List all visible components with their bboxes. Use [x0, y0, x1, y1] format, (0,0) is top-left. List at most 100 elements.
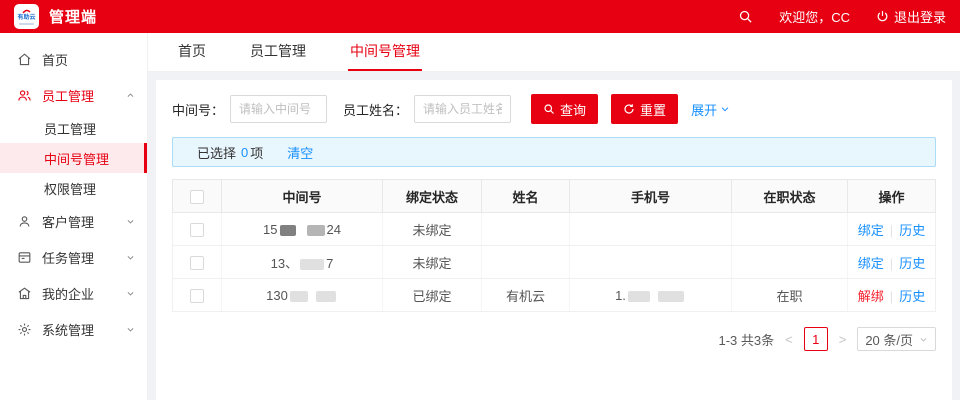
tab-bar: 首页 员工管理 中间号管理 [148, 33, 960, 72]
bind-action-link[interactable]: 绑定 [858, 223, 884, 238]
search-icon [738, 9, 753, 24]
enterprise-icon [17, 286, 32, 301]
mid-number-text: 15 [263, 222, 277, 237]
row-checkbox[interactable] [190, 256, 204, 270]
tab-home[interactable]: 首页 [176, 33, 208, 71]
phone-cell [570, 246, 732, 279]
col-header-name: 姓名 [482, 180, 570, 213]
page-size-select[interactable]: 20 条/页 [857, 327, 936, 351]
sidebar-item-label: 客户管理 [42, 212, 126, 231]
mid-number-text: 7 [326, 256, 333, 271]
team-icon [17, 88, 32, 103]
filter-bar: 中间号： 员工姓名： 查询 重置 展开 [172, 94, 936, 124]
pagination-total: 1-3 共3条 [718, 330, 774, 349]
tab-staff-manage[interactable]: 员工管理 [248, 33, 308, 71]
unbind-action-link[interactable]: 解绑 [858, 289, 884, 304]
col-header-bind-status: 绑定状态 [383, 180, 482, 213]
redacted-text [300, 259, 324, 270]
header-search-button[interactable] [738, 9, 753, 24]
select-all-checkbox[interactable] [190, 190, 204, 204]
expand-link[interactable]: 展开 [691, 100, 730, 119]
name-cell: 有机云 [482, 279, 570, 312]
chevron-down-icon [720, 104, 730, 114]
table-header-row: 中间号 绑定状态 姓名 手机号 在职状态 操作 [173, 180, 936, 213]
actions-cell: 解绑|历史 [848, 279, 936, 312]
logout-label: 退出登录 [894, 7, 946, 26]
sidebar-item-task[interactable]: 任务管理 [0, 239, 147, 275]
refresh-icon [623, 103, 635, 115]
tab-label: 员工管理 [250, 41, 306, 61]
tab-label: 首页 [178, 41, 206, 61]
selection-alert: 已选择 0 项 清空 [172, 137, 936, 167]
chevron-down-icon [126, 217, 135, 226]
clear-selection-link[interactable]: 清空 [287, 143, 313, 162]
app-logo: 有助云 [14, 4, 39, 29]
sidebar-item-label: 任务管理 [42, 248, 126, 267]
bind-status-cell: 未绑定 [383, 213, 482, 246]
sidebar-item-label: 首页 [42, 50, 135, 69]
row-checkbox[interactable] [190, 223, 204, 237]
tab-middle-number[interactable]: 中间号管理 [348, 33, 422, 71]
selected-unit: 项 [250, 143, 263, 162]
next-page-button[interactable]: > [837, 332, 849, 347]
name-cell [482, 246, 570, 279]
prev-page-button[interactable]: < [783, 332, 795, 347]
staff-name-label: 员工姓名： [343, 100, 408, 119]
table-row: 15 24 未绑定 绑定|历史 [173, 213, 936, 246]
chevron-down-icon [126, 289, 135, 298]
gear-icon [17, 322, 32, 337]
history-action-link[interactable]: 历史 [899, 289, 925, 304]
search-button[interactable]: 查询 [531, 94, 598, 124]
history-action-link[interactable]: 历史 [899, 223, 925, 238]
sidebar-item-label: 员工管理 [42, 86, 126, 105]
search-button-label: 查询 [560, 100, 586, 119]
bind-status-cell: 未绑定 [383, 246, 482, 279]
logo-mark-icon [22, 8, 31, 15]
selected-count: 0 [241, 145, 248, 160]
sidebar-subitem-permission[interactable]: 权限管理 [0, 173, 147, 203]
redacted-text [290, 291, 308, 302]
table-row: 130 已绑定 有机云 1. 在职 解绑|历史 [173, 279, 936, 312]
phone-cell: 1. [570, 279, 732, 312]
job-status-cell [732, 213, 848, 246]
sidebar-item-system[interactable]: 系统管理 [0, 311, 147, 347]
col-header-phone: 手机号 [570, 180, 732, 213]
mid-number-label: 中间号： [172, 100, 224, 119]
sidebar-item-enterprise[interactable]: 我的企业 [0, 275, 147, 311]
mid-number-cell: 130 [222, 279, 383, 312]
sidebar-item-staff[interactable]: 员工管理 [0, 77, 147, 113]
sidebar-item-customer[interactable]: 客户管理 [0, 203, 147, 239]
top-header: 有助云 管理端 欢迎您，CC 退出登录 [0, 0, 960, 33]
app-title: 管理端 [49, 6, 97, 27]
history-action-link[interactable]: 历史 [899, 256, 925, 271]
expand-label: 展开 [691, 100, 717, 119]
bind-action-link[interactable]: 绑定 [858, 256, 884, 271]
sidebar-subitem-middle-number[interactable]: 中间号管理 [0, 143, 147, 173]
chevron-down-icon [126, 253, 135, 262]
sidebar-item-home[interactable]: 首页 [0, 41, 147, 77]
page-size-value: 20 条/页 [865, 330, 913, 349]
mid-number-text: 130 [266, 288, 288, 303]
name-cell [482, 213, 570, 246]
reset-button-label: 重置 [640, 100, 666, 119]
phone-cell [570, 213, 732, 246]
logout-icon [876, 10, 889, 23]
page-number-1[interactable]: 1 [804, 327, 828, 351]
actions-cell: 绑定|历史 [848, 246, 936, 279]
mid-number-input[interactable] [230, 95, 327, 123]
mid-number-text: 24 [327, 222, 341, 237]
job-status-cell [732, 246, 848, 279]
welcome-text: 欢迎您，CC [779, 7, 850, 26]
job-status-cell: 在职 [732, 279, 848, 312]
staff-name-input[interactable] [414, 95, 511, 123]
sidebar-subitem-label: 员工管理 [44, 119, 96, 138]
row-checkbox[interactable] [190, 289, 204, 303]
content-card: 中间号： 员工姓名： 查询 重置 展开 [156, 80, 952, 400]
sidebar-subitem-staff-manage[interactable]: 员工管理 [0, 113, 147, 143]
reset-button[interactable]: 重置 [611, 94, 678, 124]
sidebar-item-label: 我的企业 [42, 284, 126, 303]
actions-cell: 绑定|历史 [848, 213, 936, 246]
logout-button[interactable]: 退出登录 [876, 7, 946, 26]
col-header-job-status: 在职状态 [732, 180, 848, 213]
search-icon [543, 103, 555, 115]
